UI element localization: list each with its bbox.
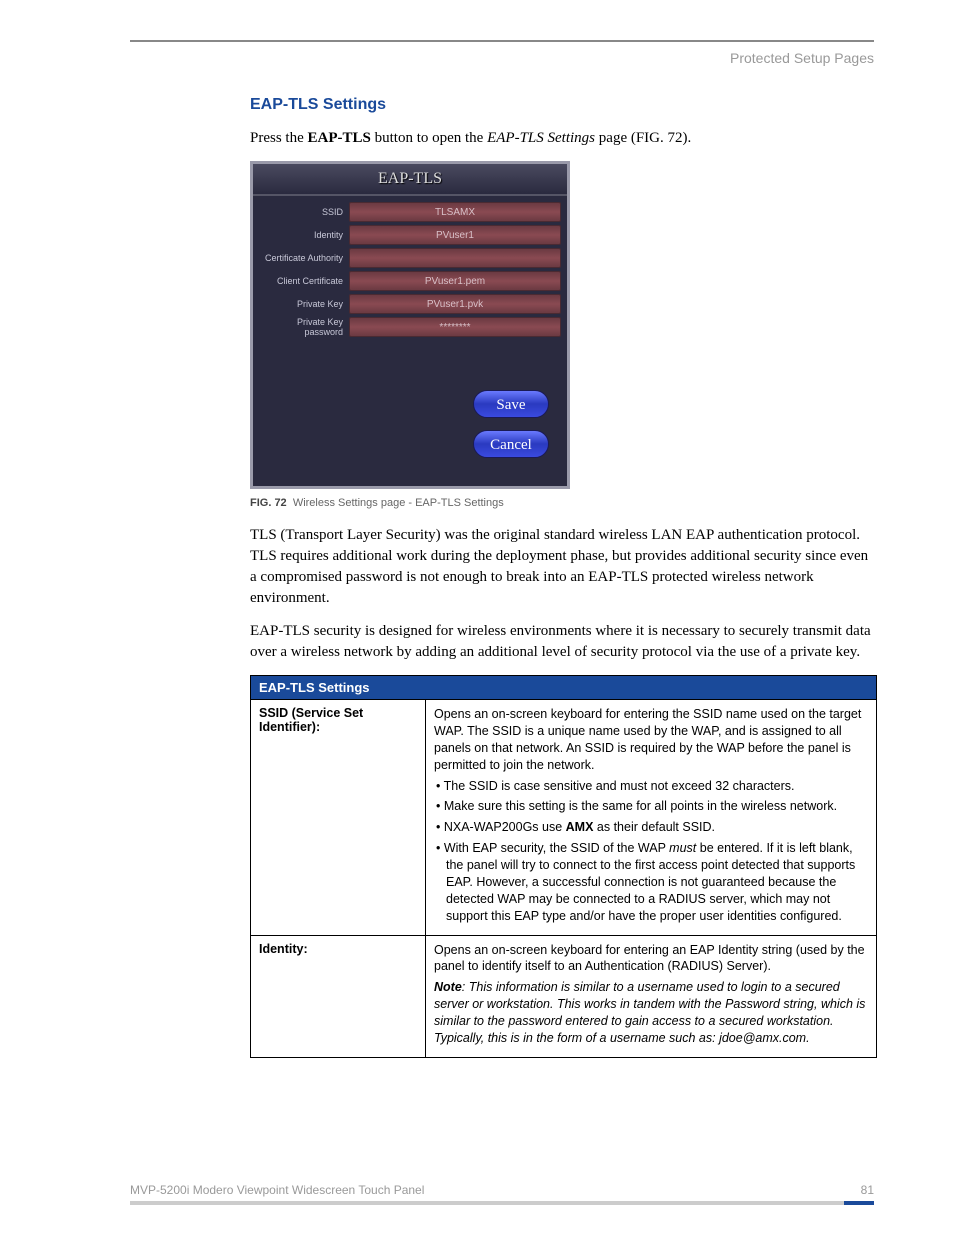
figure-72: EAP-TLS SSID TLSAMX Identity PVuser1 Cer…: [250, 161, 570, 489]
field-client-cert[interactable]: PVuser1.pem: [349, 271, 561, 291]
settings-table: EAP-TLS Settings SSID (Service Set Ident…: [250, 675, 877, 1058]
field-label-pk-password: Private Key password: [259, 317, 349, 337]
row-desc-identity: Opens an on-screen keyboard for entering…: [426, 935, 877, 1057]
field-label-client-cert: Client Certificate: [259, 276, 349, 286]
field-private-key[interactable]: PVuser1.pvk: [349, 294, 561, 314]
figure-caption: FIG. 72 Wireless Settings page - EAP-TLS…: [250, 497, 874, 509]
field-ca[interactable]: [349, 248, 561, 268]
field-ssid[interactable]: TLSAMX: [349, 202, 561, 222]
ui-panel-title: EAP-TLS: [253, 164, 567, 196]
intro-paragraph: Press the EAP-TLS button to open the EAP…: [250, 128, 874, 149]
row-label-identity: Identity:: [251, 935, 426, 1057]
save-button[interactable]: Save: [473, 390, 549, 418]
footer-product: MVP-5200i Modero Viewpoint Widescreen To…: [130, 1183, 424, 1197]
field-label-ssid: SSID: [259, 207, 349, 217]
cancel-button[interactable]: Cancel: [473, 430, 549, 458]
row-desc-ssid: Opens an on-screen keyboard for entering…: [426, 700, 877, 936]
field-label-ca: Certificate Authority: [259, 253, 349, 263]
field-pk-password[interactable]: ********: [349, 317, 561, 337]
field-label-private-key: Private Key: [259, 299, 349, 309]
table-title: EAP-TLS Settings: [251, 676, 877, 700]
paragraph-1: TLS (Transport Layer Security) was the o…: [250, 525, 874, 609]
section-title: EAP-TLS Settings: [250, 96, 874, 114]
footer-page-number: 81: [861, 1183, 874, 1197]
page-footer: MVP-5200i Modero Viewpoint Widescreen To…: [130, 1183, 874, 1205]
paragraph-2: EAP-TLS security is designed for wireles…: [250, 621, 874, 663]
field-identity[interactable]: PVuser1: [349, 225, 561, 245]
field-label-identity: Identity: [259, 230, 349, 240]
row-label-ssid: SSID (Service Set Identifier):: [251, 700, 426, 936]
page-header: Protected Setup Pages: [130, 50, 874, 66]
